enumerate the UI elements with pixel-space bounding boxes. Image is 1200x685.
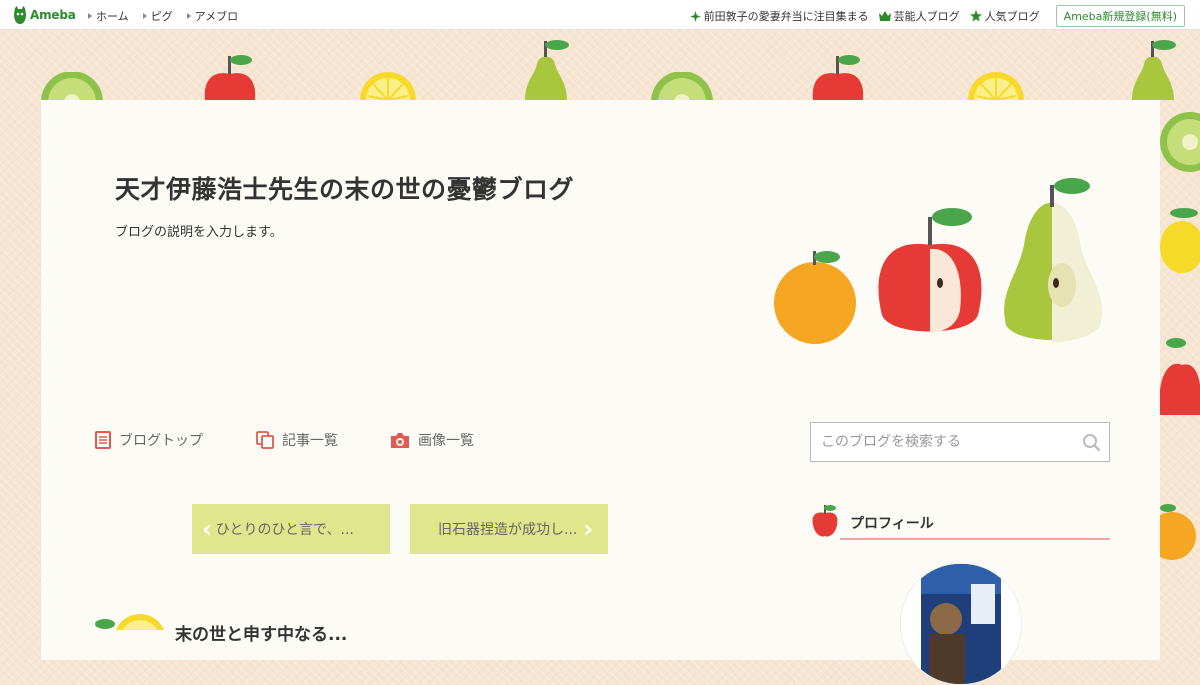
nav-pigg[interactable]: ピグ bbox=[142, 8, 173, 24]
apple-icon bbox=[812, 505, 838, 537]
nav-ameblo-label: アメブロ bbox=[194, 10, 239, 23]
camera-icon bbox=[391, 432, 409, 448]
pear-half-icon bbox=[1004, 178, 1102, 343]
chevron-left-icon: ‹ bbox=[202, 515, 212, 543]
sparkle-icon bbox=[689, 10, 701, 22]
nav-article-list[interactable]: 記事一覧 bbox=[256, 430, 338, 450]
trending-link[interactable]: 前田敦子の愛妻弁当に注目集まる bbox=[689, 8, 869, 24]
chevron-right-icon: › bbox=[583, 515, 594, 543]
profile-underline bbox=[840, 538, 1110, 540]
profile-avatar[interactable] bbox=[900, 563, 1022, 685]
pear-icon bbox=[1132, 40, 1176, 100]
pear-icon bbox=[525, 40, 569, 100]
apple-icon bbox=[1160, 338, 1200, 415]
avatar-image bbox=[921, 564, 1001, 684]
blog-title[interactable]: 天才伊藤浩士先生の末の世の憂鬱ブログ bbox=[115, 170, 574, 206]
blog-search bbox=[810, 422, 1110, 462]
ameba-logo[interactable]: Ameba bbox=[13, 6, 76, 24]
triangle-icon bbox=[142, 13, 147, 19]
trending-link-label: 前田敦子の愛妻弁当に注目集まる bbox=[703, 10, 869, 23]
orange-icon bbox=[774, 251, 856, 344]
popular-blog-link[interactable]: 人気ブログ bbox=[969, 8, 1040, 24]
document-icon bbox=[95, 431, 111, 449]
signup-button[interactable]: Ameba新規登録(無料) bbox=[1055, 5, 1185, 27]
blog-description: ブログの説明を入力します。 bbox=[115, 225, 283, 240]
lemon-icon bbox=[1160, 208, 1200, 273]
profile-heading-label: プロフィール bbox=[850, 516, 934, 532]
logo-text: Ameba bbox=[30, 8, 76, 22]
top-links: 前田敦子の愛妻弁当に注目集まる 芸能人ブログ 人気ブログ Ameba新規登録(無… bbox=[689, 5, 1185, 27]
nav-home[interactable]: ホーム bbox=[88, 8, 129, 24]
article-title[interactable]: 末の世と申す中なる... bbox=[175, 620, 347, 645]
top-bar: Ameba ホーム ピグ アメブロ 前田敦子の愛妻弁当に注目集まる 芸能人ブログ… bbox=[0, 0, 1200, 30]
apple-half-icon bbox=[878, 208, 982, 333]
triangle-icon bbox=[186, 13, 191, 19]
nav-image-list-label: 画像一覧 bbox=[418, 433, 474, 449]
lemon-slice-icon bbox=[360, 72, 416, 100]
crown-icon bbox=[878, 11, 891, 21]
nav-ameblo[interactable]: アメブロ bbox=[186, 8, 239, 24]
next-article-button[interactable]: 旧石器捏造が成功し... › bbox=[410, 504, 608, 554]
celebrity-blog-label: 芸能人ブログ bbox=[893, 10, 960, 23]
prev-article-button[interactable]: ‹ ひとりのひと言で、... bbox=[192, 504, 390, 554]
nav-blog-top[interactable]: ブログトップ bbox=[95, 430, 203, 450]
celebrity-blog-link[interactable]: 芸能人ブログ bbox=[878, 8, 960, 24]
search-input[interactable] bbox=[811, 433, 1083, 451]
kiwi-icon bbox=[651, 72, 713, 102]
lemon-slice-icon bbox=[968, 72, 1024, 100]
apple-icon bbox=[812, 55, 864, 100]
global-nav: ホーム ピグ アメブロ bbox=[88, 8, 252, 24]
star-icon bbox=[969, 10, 982, 22]
triangle-icon bbox=[88, 13, 92, 19]
popular-blog-label: 人気ブログ bbox=[984, 10, 1040, 23]
orange-icon bbox=[1160, 504, 1196, 560]
profile-heading: プロフィール bbox=[810, 503, 1110, 543]
header-fruit-illustration bbox=[774, 178, 1102, 344]
prev-article-label: ひとりのひと言で、... bbox=[215, 522, 354, 538]
blog-nav: ブログトップ 記事一覧 画像一覧 bbox=[95, 430, 474, 450]
kiwi-icon bbox=[41, 72, 103, 102]
nav-blog-top-label: ブログトップ bbox=[119, 433, 203, 449]
ameba-mascot-icon bbox=[14, 6, 26, 24]
kiwi-icon bbox=[1160, 112, 1200, 172]
nav-pigg-label: ピグ bbox=[150, 10, 173, 23]
nav-article-list-label: 記事一覧 bbox=[282, 433, 338, 449]
copy-icon bbox=[256, 431, 274, 449]
nav-image-list[interactable]: 画像一覧 bbox=[390, 430, 474, 450]
search-icon[interactable] bbox=[1082, 433, 1101, 452]
nav-home-label: ホーム bbox=[96, 10, 129, 23]
apple-icon bbox=[204, 55, 256, 100]
lemon-slice-icon bbox=[95, 614, 164, 630]
next-article-label: 旧石器捏造が成功し... bbox=[438, 522, 578, 538]
